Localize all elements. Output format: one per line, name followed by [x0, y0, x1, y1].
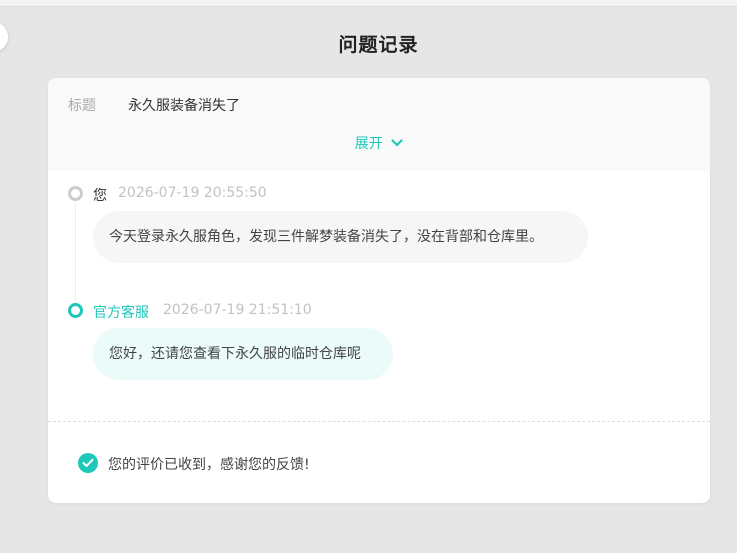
ticket-title-label: 标题: [68, 98, 96, 114]
timeline-dot-icon: [68, 303, 83, 318]
ticket-card: 标题 永久服装备消失了 展开 您 2026-07-19 20:55:50 今天登…: [48, 78, 710, 503]
message-bubble-user: 今天登录永久服角色，发现三件解梦装备消失了，没在背部和仓库里。: [93, 211, 588, 263]
page-title: 问题记录: [338, 34, 419, 56]
timeline-dot-icon: [68, 186, 83, 201]
feedback-message: 您的评价已收到，感谢您的反馈!: [108, 457, 310, 473]
ticket-header: 标题 永久服装备消失了 展开: [48, 78, 710, 171]
message-author: 您: [93, 188, 107, 204]
message-bubble-agent: 您好，还请您查看下永久服的临时仓库呢: [93, 328, 393, 380]
message-time: 2026-07-19 20:55:50: [118, 185, 267, 201]
timeline-line: [75, 203, 76, 303]
message-time: 2026-07-19 21:51:10: [163, 302, 312, 318]
expand-toggle[interactable]: 展开: [48, 133, 710, 153]
message-author: 官方客服: [93, 305, 149, 321]
check-circle-icon: [78, 453, 98, 473]
ticket-title-value: 永久服装备消失了: [128, 98, 240, 114]
expand-label: 展开: [354, 136, 383, 152]
chevron-down-icon: [391, 139, 403, 147]
top-strip: [0, 0, 737, 7]
divider: [48, 421, 710, 422]
